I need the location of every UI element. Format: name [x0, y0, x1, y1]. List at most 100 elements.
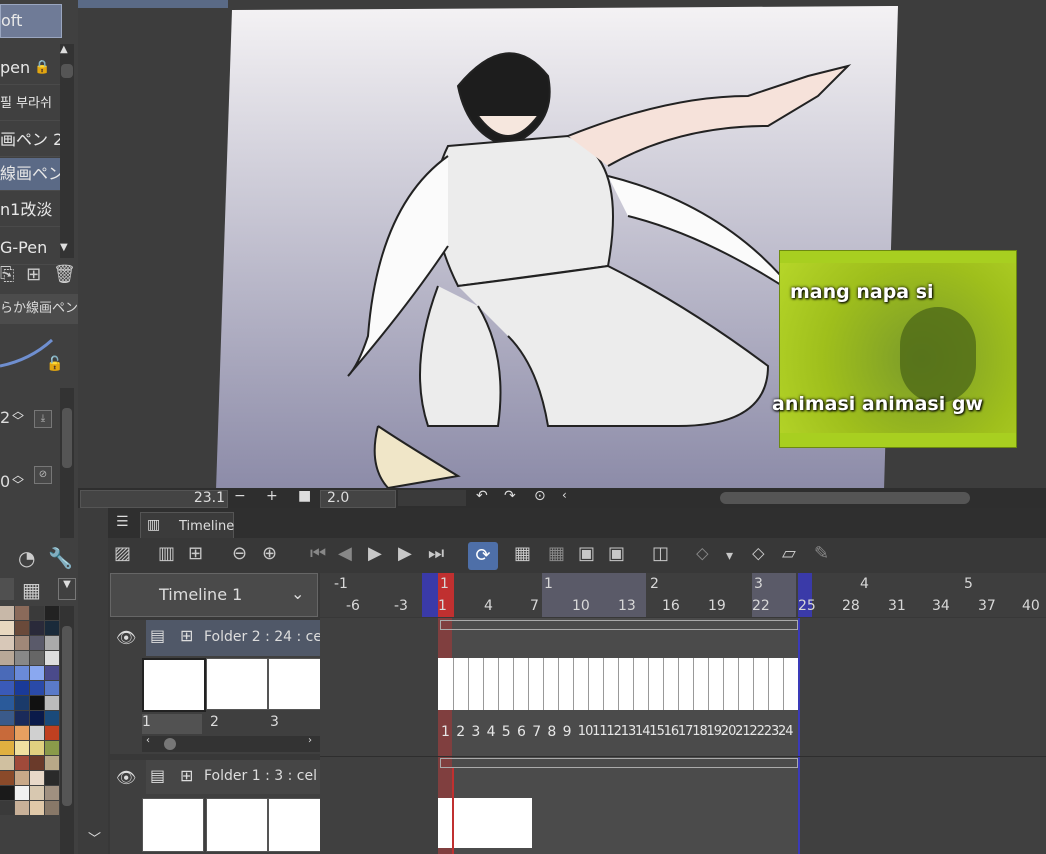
settings-icon[interactable]: ⊘	[34, 466, 52, 484]
palette-scrollbar[interactable]	[60, 606, 74, 854]
color-swatch[interactable]	[15, 651, 29, 665]
specify-cel-icon[interactable]: ▦	[548, 543, 565, 564]
cel-frame-number[interactable]: 12	[606, 724, 622, 739]
color-swatch[interactable]	[0, 606, 14, 620]
brush-item-1[interactable]: oft	[0, 4, 62, 38]
color-swatch[interactable]	[45, 606, 59, 620]
color-swatch[interactable]	[30, 726, 44, 740]
folder1-thumb-2[interactable]	[206, 798, 268, 852]
add-brush-icon[interactable]: ⊞	[26, 264, 41, 285]
color-swatch[interactable]	[30, 756, 44, 770]
color-swatch[interactable]	[15, 606, 29, 620]
cel-frame-number[interactable]: 8	[547, 724, 556, 740]
color-swatch[interactable]	[30, 681, 44, 695]
scroll-thumb[interactable]	[62, 626, 72, 806]
color-swatch[interactable]	[0, 786, 14, 800]
color-swatch[interactable]	[30, 666, 44, 680]
color-swatch[interactable]	[30, 786, 44, 800]
color-swatch[interactable]	[45, 711, 59, 725]
angle-slider[interactable]	[398, 490, 466, 506]
cel-frame-number[interactable]: 22	[749, 724, 765, 739]
color-swatch[interactable]	[15, 741, 29, 755]
brush-item-7[interactable]: G-Pen	[0, 232, 60, 265]
cel-frame-number[interactable]: 14	[635, 724, 651, 739]
cel-frame-number[interactable]: 11	[592, 724, 608, 739]
cel-thumb-2[interactable]	[206, 658, 268, 710]
brush-item-6[interactable]: n1改淡	[0, 194, 60, 227]
cel-frame-number[interactable]: 6	[517, 724, 526, 740]
color-swatch[interactable]	[45, 636, 59, 650]
brush-settings-icon[interactable]: ◔	[18, 546, 35, 570]
color-swatch[interactable]	[45, 651, 59, 665]
fit-screen-icon[interactable]: ■	[298, 488, 311, 504]
color-swatch[interactable]	[15, 771, 29, 785]
new-cel-icon[interactable]: ⊞	[188, 543, 203, 564]
color-swatch[interactable]	[30, 741, 44, 755]
color-swatch[interactable]	[45, 681, 59, 695]
chevron-up-icon[interactable]: ▲	[60, 44, 68, 55]
menu-icon[interactable]: ☰	[116, 514, 129, 530]
color-swatch[interactable]	[0, 711, 14, 725]
color-swatch[interactable]	[15, 621, 29, 635]
chevron-down-icon[interactable]: ▾	[726, 548, 733, 564]
color-swatch[interactable]	[0, 741, 14, 755]
color-swatch[interactable]	[0, 801, 14, 815]
rotate-left-icon[interactable]: ↶	[476, 488, 488, 504]
opacity-value[interactable]: 0	[0, 472, 10, 491]
color-swatch[interactable]	[0, 681, 14, 695]
download-icon[interactable]: ⤓	[34, 410, 52, 428]
brush-size-value[interactable]: 2	[0, 408, 10, 427]
rotate-right-icon[interactable]: ↷	[504, 488, 516, 504]
color-swatch[interactable]	[0, 696, 14, 710]
loop-icon[interactable]: ⟳	[468, 542, 498, 570]
cel-frame-number[interactable]: 5	[502, 724, 511, 740]
horizontal-scrollbar[interactable]	[720, 492, 970, 504]
brush-item-2[interactable]: pen 🔒	[0, 52, 60, 85]
color-swatch[interactable]	[0, 636, 14, 650]
light-table-icon[interactable]: ▣	[608, 543, 625, 564]
cel-frame-number[interactable]: 1	[441, 724, 450, 740]
brush-item-3[interactable]: 필 부라쉬	[0, 88, 60, 121]
tab-strip[interactable]	[78, 0, 228, 8]
color-swatch[interactable]	[45, 666, 59, 680]
cel-frame-number[interactable]: 2	[456, 724, 465, 740]
color-swatch[interactable]	[45, 756, 59, 770]
cel-thumb-3[interactable]	[268, 658, 322, 710]
opacity-stepper-icon[interactable]: ︿ ﹀	[12, 469, 24, 491]
color-swatch[interactable]	[15, 711, 29, 725]
color-swatch[interactable]	[45, 741, 59, 755]
play-icon[interactable]: ▶	[368, 543, 382, 564]
cel-frame-number[interactable]: 21	[735, 724, 751, 739]
size-stepper-icon[interactable]: ︿ ﹀	[12, 405, 24, 427]
film-icon[interactable]: ▦	[22, 578, 41, 602]
folder1-title-bar[interactable]: ▤ ⊞ Folder 1 : 3 : cel	[146, 760, 320, 794]
delete-keyframe-icon[interactable]: ⬦	[752, 543, 765, 564]
timeline-select[interactable]: Timeline 1 ⌄	[110, 573, 318, 617]
onion-skin-icon[interactable]: ▣	[578, 543, 595, 564]
brush-list-scrollbar[interactable]	[60, 44, 74, 258]
color-swatch[interactable]	[15, 726, 29, 740]
zoom-out-button[interactable]: −	[234, 488, 246, 504]
tab-timeline[interactable]: ▥ Timeline	[140, 512, 234, 539]
assign-cel-icon[interactable]: ▦	[514, 543, 531, 564]
cel-frame-number[interactable]: 15	[649, 724, 665, 739]
next-frame-icon[interactable]: ▶	[398, 543, 412, 564]
cel-thumb-scrollbar[interactable]: ‹ ›	[142, 735, 320, 752]
new-animation-folder-icon[interactable]: ▥	[158, 543, 175, 564]
folder1-thumb-1[interactable]	[142, 798, 204, 852]
color-swatch[interactable]	[45, 786, 59, 800]
color-tab[interactable]	[0, 578, 14, 600]
scroll-thumb[interactable]	[164, 738, 176, 750]
color-swatch[interactable]	[0, 651, 14, 665]
color-swatch[interactable]	[15, 681, 29, 695]
properties-scrollbar[interactable]	[60, 388, 74, 538]
cel-thumb-1[interactable]	[142, 658, 206, 712]
color-swatch[interactable]	[45, 696, 59, 710]
chevron-down-icon[interactable]: ▼	[60, 242, 68, 253]
color-swatch[interactable]	[30, 651, 44, 665]
cel-frame-number[interactable]: 16	[664, 724, 680, 739]
chevron-down-icon[interactable]: ﹀	[88, 828, 101, 847]
zoom-field[interactable]: 23.1	[80, 490, 228, 508]
chevron-right-icon[interactable]: ›	[308, 735, 312, 746]
color-swatch[interactable]	[0, 666, 14, 680]
